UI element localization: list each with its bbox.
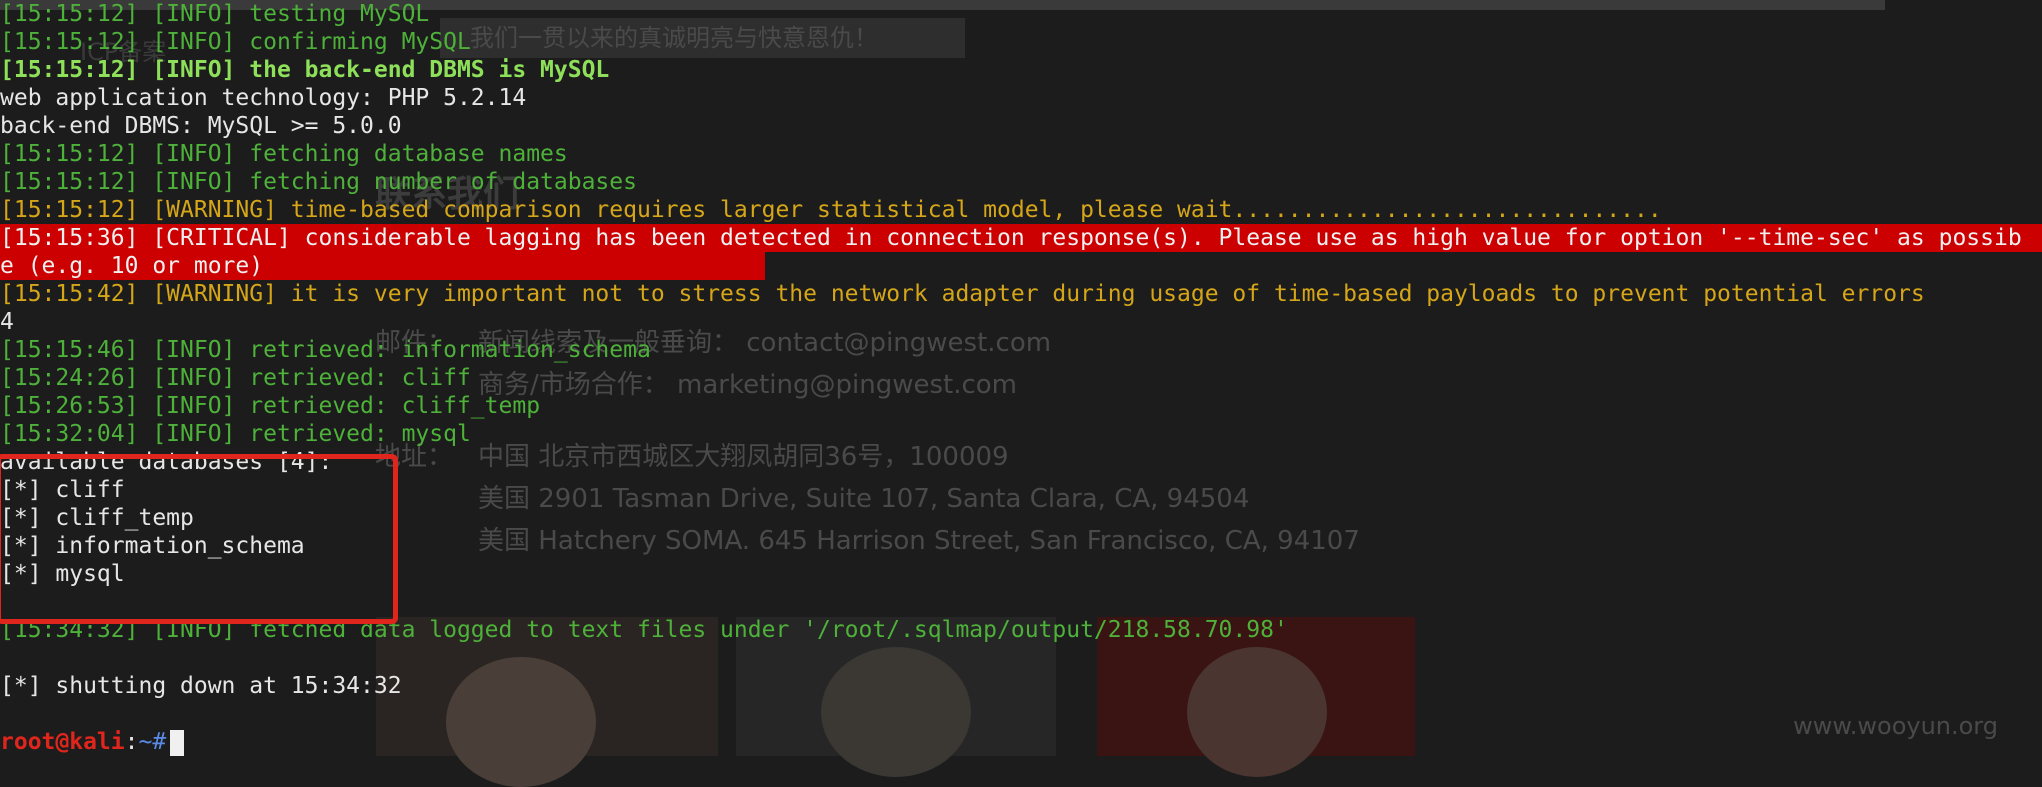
log-line: [15:15:12] [INFO] confirming MySQL (0, 29, 471, 55)
address-us-santa-clara: 美国 2901 Tasman Drive, Suite 107, Santa C… (478, 484, 1250, 514)
critical-line: [15:15:36] [CRITICAL] considerable laggi… (0, 224, 2042, 252)
retrieved-line: [15:15:46] [INFO] retrieved: information… (0, 337, 651, 363)
shutdown-line: [*] shutting down at 15:34:32 (0, 673, 402, 699)
log-line: [15:15:12] [INFO] fetching database name… (0, 141, 568, 167)
face-shape (1187, 647, 1327, 777)
dbms-version-line: back-end DBMS: MySQL >= 5.0.0 (0, 113, 402, 139)
face-shape (446, 657, 596, 787)
critical-line-cont: e (e.g. 10 or more) (0, 252, 765, 280)
web-tech-line: web application technology: PHP 5.2.14 (0, 85, 527, 111)
banner-text: 我们一贯以来的真诚明亮与快意恩仇！ (440, 18, 965, 58)
shell-prompt[interactable]: root@kali:~# (0, 728, 185, 756)
prompt-path: ~# (138, 729, 167, 755)
face-shape (821, 647, 971, 777)
log-line: [15:15:12] [INFO] fetching number of dat… (0, 169, 637, 195)
address-us-san-francisco: 美国 Hatchery SOMA. 645 Harrison Street, S… (478, 526, 1360, 556)
retrieved-line: [15:24:26] [INFO] retrieved: cliff (0, 365, 471, 391)
db-count-line: 4 (0, 309, 14, 335)
warning-line: [15:15:42] [WARNING] it is very importan… (0, 281, 1925, 307)
watermark: www.wooyun.org (1793, 712, 1998, 740)
retrieved-line: [15:26:53] [INFO] retrieved: cliff_temp (0, 393, 541, 419)
address-china: 中国 北京市西城区大翔凤胡同36号，100009 (478, 442, 1009, 472)
log-line: [15:15:12] [INFO] testing MySQL (0, 1, 430, 27)
business-contact: 商务/市场合作： marketing@pingwest.com (478, 370, 1018, 400)
text-cursor (170, 729, 185, 756)
databases-highlight-box (0, 454, 398, 624)
retrieved-line: [15:32:04] [INFO] retrieved: mysql (0, 421, 471, 447)
prompt-user: root@kali (0, 729, 125, 755)
log-line-dbms: [15:15:12] [INFO] the back-end DBMS is M… (0, 57, 610, 83)
prompt-separator: : (124, 729, 139, 755)
warning-line: [15:15:12] [WARNING] time-based comparis… (0, 197, 1662, 223)
